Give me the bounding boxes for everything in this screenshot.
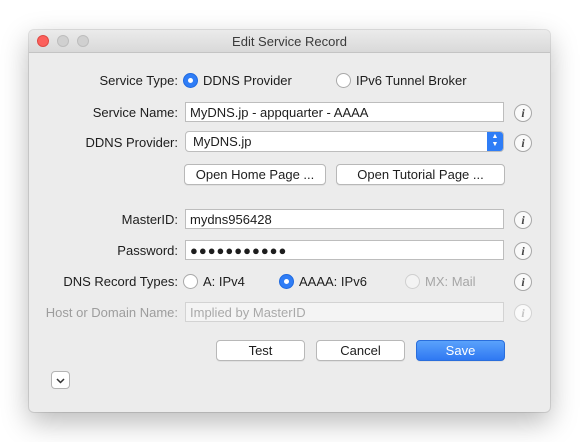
- ddns-provider-select[interactable]: MyDNS.jp ▲ ▼: [185, 131, 504, 152]
- disclosure-button[interactable]: [51, 371, 70, 389]
- ddns-provider-info-icon[interactable]: i: [514, 134, 532, 152]
- master-id-info-icon[interactable]: i: [514, 211, 532, 229]
- master-id-field[interactable]: mydns956428: [185, 209, 504, 229]
- radio-record-aaaa-label[interactable]: AAAA: IPv6: [299, 274, 367, 289]
- ddns-provider-selected-value: MyDNS.jp: [193, 134, 252, 149]
- radio-record-mx-label: MX: Mail: [425, 274, 476, 289]
- password-label: Password:: [117, 243, 178, 258]
- radio-record-a[interactable]: [183, 274, 198, 289]
- radio-ddns-provider-label[interactable]: DDNS Provider: [203, 73, 292, 88]
- host-domain-field: Implied by MasterID: [185, 302, 504, 322]
- chevron-down-icon: [56, 378, 65, 384]
- radio-record-mx: [405, 274, 420, 289]
- radio-record-aaaa[interactable]: [279, 274, 294, 289]
- title-bar: Edit Service Record: [29, 30, 550, 53]
- radio-record-a-label[interactable]: A: IPv4: [203, 274, 245, 289]
- cancel-button[interactable]: Cancel: [316, 340, 405, 361]
- radio-ipv6-tunnel-broker[interactable]: [336, 73, 351, 88]
- dns-record-types-label: DNS Record Types:: [63, 274, 178, 289]
- service-name-field[interactable]: MyDNS.jp - appquarter - AAAA: [185, 102, 504, 122]
- password-field[interactable]: ●●●●●●●●●●●: [185, 240, 504, 260]
- host-domain-info-icon: i: [514, 304, 532, 322]
- service-type-label: Service Type:: [99, 73, 178, 88]
- test-button[interactable]: Test: [216, 340, 305, 361]
- master-id-label: MasterID:: [121, 212, 178, 227]
- host-domain-label: Host or Domain Name:: [45, 305, 178, 320]
- service-name-info-icon[interactable]: i: [514, 104, 532, 122]
- open-tutorial-page-button[interactable]: Open Tutorial Page ...: [336, 164, 505, 185]
- record-types-info-icon[interactable]: i: [514, 273, 532, 291]
- open-home-page-button[interactable]: Open Home Page ...: [184, 164, 326, 185]
- service-name-label: Service Name:: [92, 105, 178, 120]
- ddns-provider-label: DDNS Provider:: [85, 135, 178, 150]
- save-button[interactable]: Save: [416, 340, 505, 361]
- edit-service-record-dialog: Edit Service Record Service Type: DDNS P…: [29, 30, 550, 412]
- radio-ddns-provider[interactable]: [183, 73, 198, 88]
- password-info-icon[interactable]: i: [514, 242, 532, 260]
- updown-arrows-icon: ▲ ▼: [487, 132, 503, 151]
- window-title: Edit Service Record: [232, 34, 347, 49]
- radio-ipv6-tunnel-broker-label[interactable]: IPv6 Tunnel Broker: [356, 73, 467, 88]
